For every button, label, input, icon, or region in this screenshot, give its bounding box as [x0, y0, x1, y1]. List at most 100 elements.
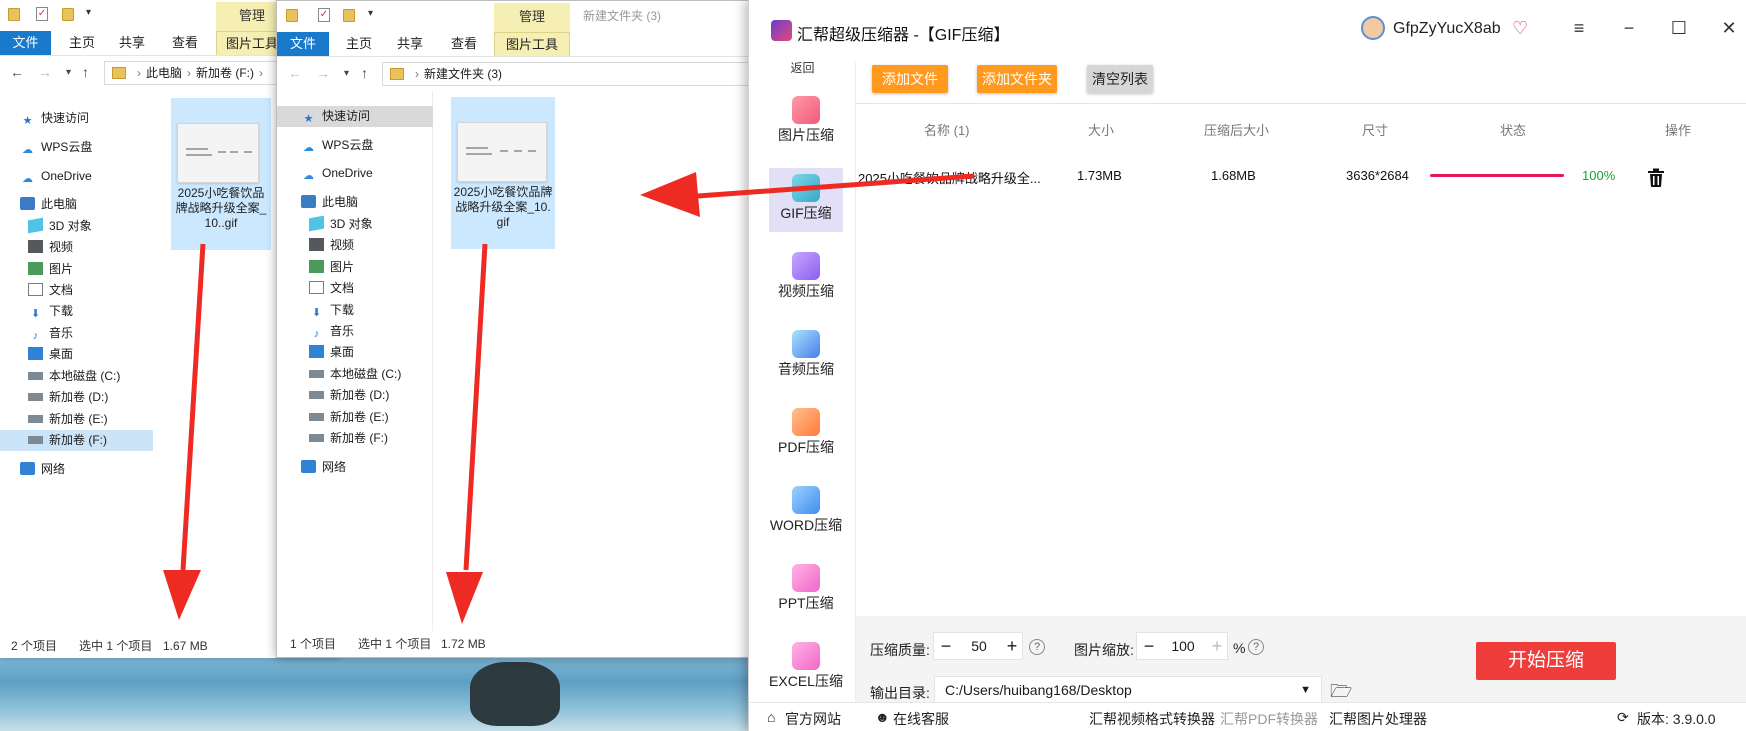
nav-excel-compress[interactable]: EXCEL压缩 — [769, 636, 843, 700]
quality-value[interactable]: 50 — [958, 633, 1000, 659]
nav-drive-d[interactable]: 新加卷 (D:) — [28, 387, 108, 408]
nav-videos[interactable]: 视频 — [28, 237, 73, 258]
file-item-gif[interactable]: 2025小吃餐饮品牌战略升级全案_10..gif — [171, 98, 271, 250]
customize-dropdown-icon[interactable]: ▾ — [86, 7, 91, 18]
avatar[interactable] — [1361, 16, 1385, 40]
back-arrow-icon[interactable]: ← — [288, 65, 302, 81]
breadcrumb-item[interactable]: 新加卷 (F:) — [196, 66, 254, 80]
tab-picture-tools[interactable]: 图片工具 — [494, 32, 570, 56]
nav-downloads[interactable]: ⬇ 下载 — [309, 300, 354, 321]
nav-ppt-compress[interactable]: PPT压缩 — [769, 558, 843, 622]
nav-videos[interactable]: 视频 — [309, 235, 354, 256]
properties-icon[interactable]: ✓ — [318, 8, 330, 22]
nav-drive-c[interactable]: 本地磁盘 (C:) — [28, 366, 120, 387]
properties-icon[interactable]: ✓ — [36, 7, 48, 21]
menu-icon[interactable]: ≡ — [1566, 18, 1592, 39]
nav-network[interactable]: 网络 — [301, 457, 346, 478]
nav-pictures[interactable]: 图片 — [28, 259, 73, 280]
nav-this-pc[interactable]: 此电脑 — [301, 192, 358, 213]
tab-view[interactable]: 查看 — [442, 32, 486, 56]
video-converter-link[interactable]: 汇帮视频格式转换器 — [1089, 709, 1215, 729]
quality-stepper[interactable]: − 50 + — [933, 632, 1023, 660]
nav-3d-objects[interactable]: 3D 对象 — [309, 214, 373, 235]
tab-home[interactable]: 主页 — [60, 31, 104, 55]
clear-list-button[interactable]: 清空列表 — [1087, 65, 1153, 93]
minimize-icon[interactable]: − — [1616, 18, 1642, 39]
tab-view[interactable]: 查看 — [163, 31, 207, 55]
address-box[interactable]: › 新建文件夹 (3) — [382, 62, 757, 86]
nav-3d-objects[interactable]: 3D 对象 — [28, 216, 92, 237]
start-compress-button[interactable]: 开始压缩 — [1476, 642, 1616, 680]
nav-documents[interactable]: 文档 — [28, 280, 73, 301]
breadcrumb-item[interactable]: 此电脑 — [146, 66, 182, 80]
recent-dropdown-icon[interactable]: ▾ — [66, 67, 71, 78]
back-button[interactable]: 返回 — [749, 62, 856, 82]
close-icon[interactable]: ✕ — [1716, 18, 1742, 39]
nav-quick-access[interactable]: ★ 快速访问 — [20, 108, 89, 129]
table-row[interactable]: 2025小吃餐饮品牌战略升级全... 1.73MB 1.68MB 3636*26… — [856, 160, 1746, 190]
help-icon[interactable]: ? — [1029, 639, 1045, 655]
nav-onedrive[interactable]: ☁ OneDrive — [20, 166, 92, 187]
add-folder-button[interactable]: 添加文件夹 — [977, 65, 1057, 93]
tab-home[interactable]: 主页 — [337, 32, 381, 56]
vip-heart-icon[interactable]: ♡ — [1512, 18, 1528, 39]
pdf-converter-link[interactable]: 汇帮PDF转换器 — [1220, 709, 1318, 729]
home-icon[interactable]: ⌂ — [767, 709, 775, 725]
nav-downloads[interactable]: ⬇ 下载 — [28, 301, 73, 322]
scale-value[interactable]: 100 — [1161, 633, 1205, 659]
nav-pictures[interactable]: 图片 — [309, 257, 354, 278]
refresh-icon[interactable]: ⟳ — [1617, 709, 1629, 726]
file-item-gif[interactable]: 2025小吃餐饮品牌战略升级全案_10.gif — [451, 97, 555, 249]
add-file-button[interactable]: 添加文件 — [872, 65, 948, 93]
minus-icon[interactable]: − — [1137, 633, 1161, 659]
nav-wps-cloud[interactable]: ☁ WPS云盘 — [301, 135, 373, 156]
nav-music[interactable]: ♪ 音乐 — [28, 323, 73, 344]
nav-video-compress[interactable]: 视频压缩 — [769, 246, 843, 310]
output-path-select[interactable]: C:/Users/huibang168/Desktop ▼ — [934, 676, 1322, 704]
nav-desktop[interactable]: 桌面 — [28, 344, 73, 365]
help-icon[interactable]: ? — [1248, 639, 1264, 655]
forward-arrow-icon[interactable]: → — [316, 65, 330, 81]
manage-context-tab[interactable]: 管理 — [494, 3, 570, 32]
image-processor-link[interactable]: 汇帮图片处理器 — [1329, 709, 1427, 729]
nav-quick-access[interactable]: ★ 快速访问 — [277, 106, 433, 127]
plus-icon[interactable]: + — [1000, 633, 1024, 659]
username[interactable]: GfpZyYucX8ab — [1393, 20, 1501, 38]
nav-drive-f[interactable]: 新加卷 (F:) — [0, 430, 153, 451]
nav-music[interactable]: ♪ 音乐 — [309, 321, 354, 342]
nav-gif-compress[interactable]: GIF压缩 — [769, 168, 843, 232]
nav-word-compress[interactable]: WORD压缩 — [769, 480, 843, 544]
chevron-down-icon[interactable]: ▼ — [1300, 677, 1311, 703]
online-service-link[interactable]: 在线客服 — [893, 709, 949, 729]
back-arrow-icon[interactable]: ← — [10, 64, 24, 80]
nav-wps-cloud[interactable]: ☁ WPS云盘 — [20, 137, 92, 158]
scale-stepper[interactable]: − 100 + — [1136, 632, 1228, 660]
nav-drive-f[interactable]: 新加卷 (F:) — [309, 428, 388, 449]
forward-arrow-icon[interactable]: → — [38, 64, 52, 80]
up-arrow-icon[interactable]: ↑ — [361, 65, 368, 81]
nav-drive-e[interactable]: 新加卷 (E:) — [28, 409, 108, 430]
nav-drive-c[interactable]: 本地磁盘 (C:) — [309, 364, 401, 385]
tab-share[interactable]: 共享 — [388, 32, 432, 56]
plus-icon[interactable]: + — [1205, 633, 1229, 659]
trash-icon[interactable] — [1647, 168, 1667, 190]
nav-desktop[interactable]: 桌面 — [309, 342, 354, 363]
nav-image-compress[interactable]: 图片压缩 — [769, 90, 843, 154]
customize-dropdown-icon[interactable]: ▾ — [368, 8, 373, 19]
tab-share[interactable]: 共享 — [110, 31, 154, 55]
maximize-icon[interactable]: ☐ — [1666, 18, 1692, 39]
nav-audio-compress[interactable]: 音频压缩 — [769, 324, 843, 388]
recent-dropdown-icon[interactable]: ▾ — [344, 68, 349, 79]
new-folder-icon[interactable] — [62, 8, 74, 21]
nav-this-pc[interactable]: 此电脑 — [20, 194, 77, 215]
headset-icon[interactable]: ☻ — [875, 709, 890, 725]
nav-onedrive[interactable]: ☁ OneDrive — [301, 163, 373, 184]
nav-drive-e[interactable]: 新加卷 (E:) — [309, 407, 389, 428]
nav-network[interactable]: 网络 — [20, 459, 65, 480]
up-arrow-icon[interactable]: ↑ — [82, 64, 89, 80]
minus-icon[interactable]: − — [934, 633, 958, 659]
nav-pdf-compress[interactable]: PDF压缩 — [769, 402, 843, 466]
breadcrumb-item[interactable]: 新建文件夹 (3) — [424, 67, 502, 81]
new-folder-icon[interactable] — [343, 9, 355, 22]
official-site-link[interactable]: 官方网站 — [785, 709, 841, 729]
